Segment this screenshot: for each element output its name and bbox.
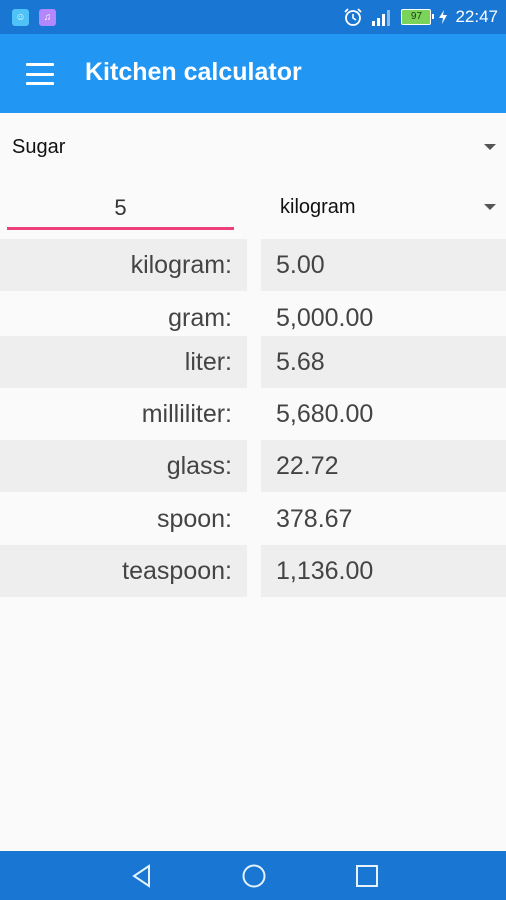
unit-selected-value: kilogram: [280, 195, 356, 218]
result-value: 5.00: [261, 239, 506, 291]
battery-icon: 97: [401, 9, 435, 25]
status-bar: ☺ ♫ 97 22:47: [0, 0, 506, 34]
dropdown-arrow-icon: [484, 204, 496, 210]
page-title: Kitchen calculator: [85, 58, 302, 86]
amount-input[interactable]: 5: [7, 190, 234, 230]
result-value: 5.68: [261, 336, 506, 388]
result-value: 22.72: [261, 440, 506, 492]
result-row: liter: 5.68: [0, 336, 506, 388]
result-row: teaspoon: 1,136.00: [0, 545, 506, 597]
result-row: milliliter: 5,680.00: [0, 388, 506, 440]
ingredient-dropdown[interactable]: Sugar: [12, 132, 498, 162]
recent-apps-icon[interactable]: [354, 863, 380, 889]
charging-icon: [439, 10, 448, 24]
result-value: 5,680.00: [276, 400, 374, 428]
result-value: 1,136.00: [261, 545, 506, 597]
result-unit-label: kilogram:: [0, 239, 247, 291]
back-icon[interactable]: [129, 863, 155, 889]
home-icon[interactable]: [241, 863, 267, 889]
status-indicators: 97 22:47: [343, 6, 498, 28]
result-unit-label: spoon:: [156, 505, 232, 533]
result-row: spoon: 378.67: [0, 493, 506, 545]
app-notification-icon: ☺: [12, 9, 29, 26]
status-clock: 22:47: [455, 7, 498, 26]
notification-icons: ☺ ♫: [12, 9, 56, 26]
signal-icon: [372, 10, 391, 26]
result-unit-label: teaspoon:: [0, 545, 247, 597]
navigation-bar: [0, 851, 506, 900]
dropdown-arrow-icon: [484, 144, 496, 150]
music-notification-icon: ♫: [39, 9, 56, 26]
app-bar: Kitchen calculator: [0, 34, 506, 113]
result-unit-label: glass:: [0, 440, 247, 492]
result-unit-label: liter:: [0, 336, 247, 388]
ingredient-selected-value: Sugar: [12, 135, 66, 158]
result-unit-label: milliliter:: [141, 400, 232, 428]
result-row: kilogram: 5.00: [0, 239, 506, 291]
unit-dropdown[interactable]: kilogram: [280, 192, 498, 222]
hamburger-menu-icon[interactable]: [22, 59, 58, 89]
alarm-icon: [344, 8, 363, 26]
result-value: 378.67: [276, 505, 353, 533]
result-row: glass: 22.72: [0, 440, 506, 492]
